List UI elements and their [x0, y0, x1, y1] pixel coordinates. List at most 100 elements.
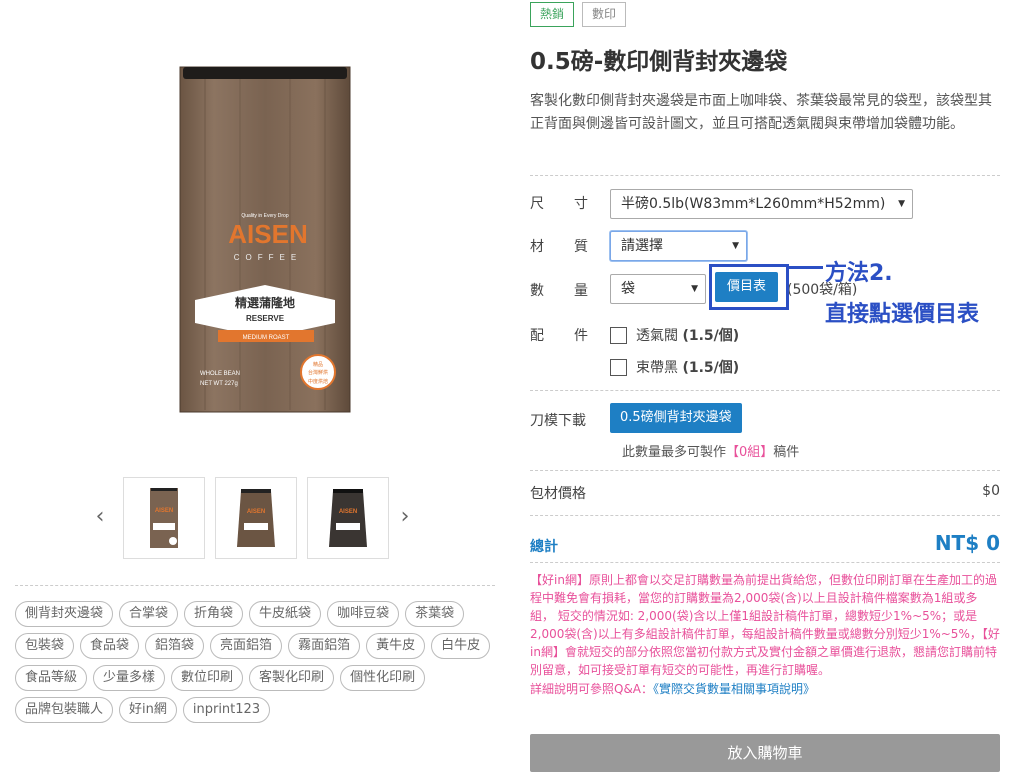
product-title: 0.5磅-數印側背封夾邊袋 [530, 49, 788, 75]
bag-weight: NET WT 227g [200, 381, 238, 387]
bag-bean: WHOLE BEAN [200, 371, 240, 377]
quantity-unit-value: 袋 [621, 281, 635, 297]
badge-group: 熱銷 數印 [530, 2, 627, 27]
tie-checkbox[interactable] [610, 358, 627, 376]
tag-list: 側背封夾邊袋 合掌袋 折角袋 牛皮紙袋 咖啡豆袋 茶葉袋包裝袋 食品袋 鋁箔袋 亮面鋁箔 霧面鋁箔… [15, 601, 500, 723]
tag-chip[interactable]: 好in網 [119, 697, 177, 723]
dropdown-arrow-icon: ▼ [691, 284, 698, 294]
annotation-line-2: 直接點選價目表 [825, 302, 980, 327]
material-label-b: 質 [574, 239, 588, 255]
total-value: NT$ 0 [934, 531, 1000, 555]
notice-text: 【好in網】原則上都會以交足訂購數量為前提出貨給您，但數位印刷訂單在生產加工的過… [530, 573, 1000, 678]
valve-option[interactable]: 透氣閥 (1.5/個) [610, 325, 739, 345]
dropdown-arrow-icon: ▼ [898, 199, 905, 209]
size-select-value: 半磅0.5lb(W83mm*L260mm*H52mm) [621, 196, 886, 212]
tie-price: (1.5/個) [682, 360, 740, 376]
material-select-value: 請選擇 [621, 238, 663, 254]
max-count-value: 【0組】 [726, 445, 774, 460]
hot-badge: 熱銷 [530, 2, 575, 27]
bag-seal-3: 中度烘焙 [308, 378, 328, 385]
max-count-suffix: 稿件 [773, 445, 800, 460]
notice-more-link[interactable]: 《實際交貨數量相關事項說明》 [653, 682, 815, 696]
tag-chip[interactable]: 茶葉袋 [405, 601, 465, 627]
tag-chip[interactable]: inprint123 [182, 697, 271, 723]
tie-label: 束帶黑 [636, 360, 678, 376]
thumbnail-3-brand: AISEN [339, 509, 357, 515]
quantity-label-a: 數 [530, 283, 544, 299]
annotation-highlight-box [709, 264, 789, 310]
package-price-value: $0 [982, 483, 1000, 499]
digital-print-badge: 數印 [582, 2, 627, 27]
quantity-unit-select[interactable]: 袋 ▼ [610, 274, 706, 304]
download-label: 刀模下載 [530, 413, 586, 429]
tag-chip[interactable]: 鋁箔袋 [145, 633, 205, 659]
tag-chip[interactable]: 折角袋 [184, 601, 244, 627]
tag-chip[interactable]: 食品等級 [15, 665, 88, 691]
thumbnail-3[interactable]: AISEN [307, 477, 389, 559]
thumbnail-strip: ‹ AISEN AISEN AISEN › [90, 477, 420, 559]
size-label: 尺寸 [530, 193, 588, 213]
max-count-note: 此數量最多可製作【0組】稿件 [622, 441, 799, 460]
divider [530, 175, 1000, 176]
tag-chip[interactable]: 數位印刷 [171, 665, 244, 691]
max-count-prefix: 此數量最多可製作 [622, 445, 727, 460]
product-description: 客製化數印側背封夾邊袋是市面上咖啡袋、茶葉袋最常見的袋型，該袋型其正背面與側邊皆… [530, 93, 992, 132]
accessories-label-a: 配 [530, 328, 544, 344]
tag-chip[interactable]: 少量多樣 [93, 665, 166, 691]
divider [530, 515, 1000, 516]
divider [15, 585, 495, 586]
bag-seal-1: 精品 [313, 361, 323, 368]
tag-chip[interactable]: 品牌包裝職人 [15, 697, 114, 723]
annotation-line-1: 方法2. [825, 261, 893, 286]
bag-reserve: RESERVE [246, 314, 285, 323]
quantity-label: 數量 [530, 280, 588, 300]
bag-seal-2: 台灣鮮烘 [308, 369, 328, 376]
short-delivery-notice: 【好in網】原則上都會以交足訂購數量為前提出貨給您，但數位印刷訂單在生產加工的過… [530, 571, 1000, 698]
size-label-b: 寸 [574, 196, 588, 212]
material-label: 材質 [530, 236, 588, 256]
divider [530, 390, 1000, 391]
tag-chip[interactable]: 側背封夾邊袋 [15, 601, 114, 627]
total-label-a: 總 [530, 539, 544, 555]
tie-option[interactable]: 束帶黑 (1.5/個) [610, 357, 739, 377]
quantity-label-b: 量 [574, 283, 588, 299]
total-label: 總計 [530, 536, 558, 556]
add-to-cart-button[interactable]: 放入購物車 [530, 734, 1000, 772]
tag-chip[interactable]: 包裝袋 [15, 633, 75, 659]
tag-chip[interactable]: 合掌袋 [119, 601, 179, 627]
divider [530, 562, 1000, 563]
size-label-a: 尺 [530, 196, 544, 212]
tag-chip[interactable]: 客製化印刷 [249, 665, 335, 691]
valve-checkbox[interactable] [610, 326, 627, 344]
material-select[interactable]: 請選擇 ▼ [610, 231, 747, 261]
product-info: 熱銷 數印 0.5磅-數印側背封夾邊袋 客製化數印側背封夾邊袋是市面上咖啡袋、茶… [530, 0, 1000, 783]
tag-chip[interactable]: 牛皮紙袋 [249, 601, 322, 627]
material-label-a: 材 [530, 239, 544, 255]
total-label-b: 計 [544, 539, 558, 555]
chevron-right-icon[interactable]: › [395, 505, 415, 529]
tag-chip[interactable]: 黃牛皮 [366, 633, 426, 659]
dieline-download-button[interactable]: 0.5磅側背封夾邊袋 [610, 403, 742, 433]
package-price-label: 包材價格 [530, 486, 586, 502]
bag-name: 精選蒲隆地 [235, 295, 295, 310]
dropdown-arrow-icon: ▼ [732, 241, 739, 251]
size-select[interactable]: 半磅0.5lb(W83mm*L260mm*H52mm) ▼ [610, 189, 913, 219]
notice-more-prefix: 詳細說明可參照Q&A： [530, 681, 654, 696]
tag-chip[interactable]: 白牛皮 [431, 633, 491, 659]
bag-roast: MEDIUM ROAST [243, 335, 290, 341]
chevron-left-icon[interactable]: ‹ [90, 505, 110, 529]
thumbnail-1-brand: AISEN [155, 508, 173, 514]
thumbnail-1[interactable]: AISEN [123, 477, 205, 559]
tag-chip[interactable]: 亮面鋁箔 [210, 633, 283, 659]
divider [530, 470, 1000, 471]
bag-sub: COFFEE [234, 253, 302, 262]
tag-chip[interactable]: 霧面鋁箔 [288, 633, 361, 659]
product-main-image: Quality in Every Drop AISEN COFFEE 精選蒲隆地… [150, 45, 380, 430]
bag-brand: AISEN [228, 219, 307, 249]
tag-chip[interactable]: 個性化印刷 [340, 665, 426, 691]
tag-chip[interactable]: 咖啡豆袋 [327, 601, 400, 627]
thumbnail-2[interactable]: AISEN [215, 477, 297, 559]
accessories-label-b: 件 [574, 328, 588, 344]
thumbnail-2-brand: AISEN [247, 509, 265, 515]
tag-chip[interactable]: 食品袋 [80, 633, 140, 659]
